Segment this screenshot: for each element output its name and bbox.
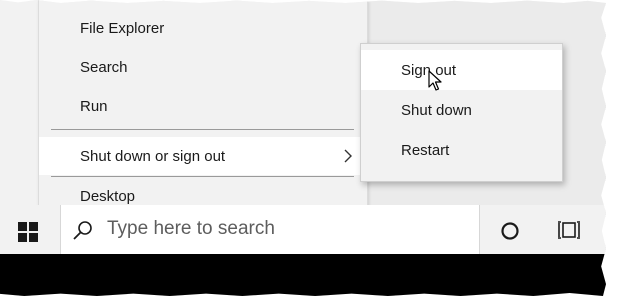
search-placeholder: Type here to search <box>107 218 275 239</box>
submenu-item-shut-down[interactable]: Shut down <box>361 90 562 130</box>
menu-item-run[interactable]: Run <box>39 87 367 125</box>
menu-item-label: Run <box>80 97 108 115</box>
menu-separator <box>51 129 354 130</box>
taskbar: Type here to search <box>0 205 606 254</box>
menu-item-label: File Explorer <box>80 19 165 37</box>
mouse-cursor-icon <box>428 70 442 91</box>
submenu-item-label: Restart <box>401 141 450 159</box>
bottom-black-strip <box>0 254 606 296</box>
menu-item-label: Search <box>80 58 128 76</box>
cortana-icon[interactable] <box>500 221 520 241</box>
menu-item-label: Desktop <box>80 187 136 205</box>
taskbar-search-box[interactable]: Type here to search <box>60 205 480 254</box>
menu-item-file-explorer[interactable]: File Explorer <box>39 9 367 47</box>
submenu-item-sign-out[interactable]: Sign out <box>361 50 562 90</box>
start-context-menu: File Explorer Search Run Shut down or si… <box>38 0 368 215</box>
chevron-right-icon <box>344 149 352 163</box>
task-view-icon[interactable] <box>558 220 580 240</box>
screenshot-frame: File Explorer Search Run Shut down or si… <box>0 0 606 296</box>
menu-item-shut-down-or-sign-out[interactable]: Shut down or sign out <box>39 137 367 175</box>
submenu-item-label: Shut down <box>401 101 472 119</box>
menu-item-label: Shut down or sign out <box>80 147 226 165</box>
menu-item-search[interactable]: Search <box>39 48 367 86</box>
windows-logo-icon[interactable] <box>18 222 38 242</box>
search-icon <box>73 221 92 240</box>
power-submenu: Sign out Shut down Restart <box>360 43 563 182</box>
submenu-item-restart[interactable]: Restart <box>361 130 562 170</box>
